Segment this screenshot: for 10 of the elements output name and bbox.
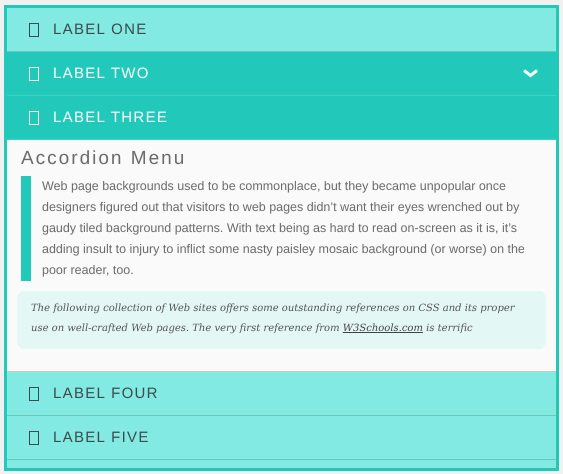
square-icon (29, 110, 39, 124)
square-icon (29, 66, 39, 80)
note-text: The following collection of Web sites offers some outstanding references on CSS and its proper use on well-crafted Web pages. The very first reference from W3Schools.com is terrific (17, 291, 546, 349)
quote-text: Web page backgrounds used to be commonplace, but they became unpopular once designers figured out that visitors to web pages didn’t want their eyes wrenched out by gaudy tiled background patterns. With text being as hard to read on-screen as it is, it’s adding insult to injury to inflict some nasty paisley mosaic background (or worse) on the poor reader, too. (42, 178, 526, 279)
square-icon (29, 386, 39, 400)
link[interactable]: W3Schools.com (342, 323, 423, 334)
panel-title: Accordion Menu (21, 148, 188, 170)
chevron-icon (523, 69, 538, 78)
square-icon (29, 22, 39, 36)
square-icon (29, 430, 39, 444)
